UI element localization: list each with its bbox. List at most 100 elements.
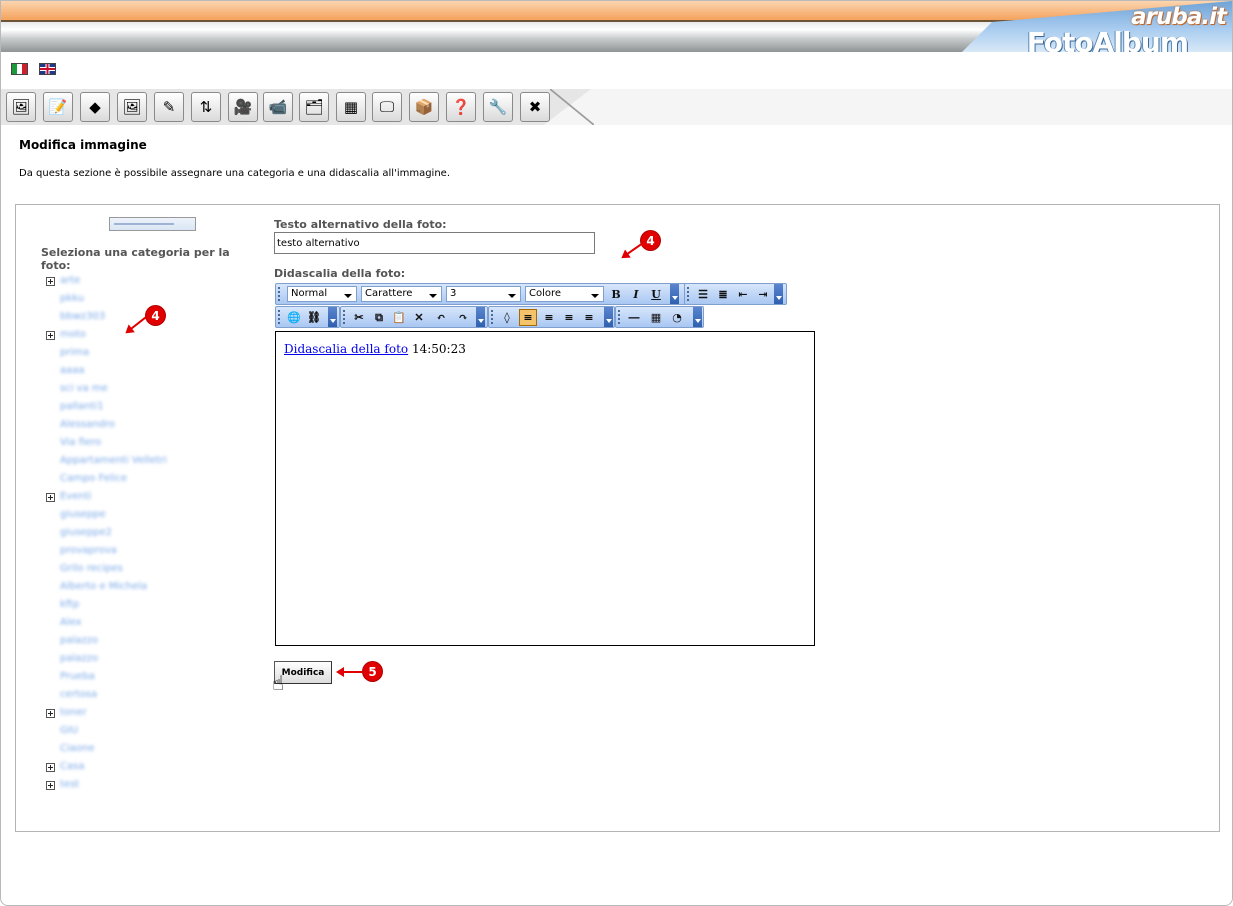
copy-icon[interactable]: ⧉ <box>370 309 388 326</box>
structure-icon[interactable]: ▦ <box>336 92 366 122</box>
category-item[interactable]: sci va me <box>60 383 108 394</box>
tools-icon[interactable]: 🔧 <box>483 92 513 122</box>
edit-album-icon[interactable]: 🖼 <box>6 92 36 122</box>
toolbar-grip-icon[interactable] <box>343 310 345 324</box>
category-item[interactable]: pallanti1 <box>60 401 104 412</box>
category-item[interactable]: GIU <box>60 725 78 736</box>
category-item[interactable]: toner <box>60 707 87 718</box>
annotation-arrow <box>336 667 362 677</box>
caption-link[interactable]: Didascalia della foto <box>284 342 408 356</box>
bold-button[interactable]: B <box>607 286 625 303</box>
edit-image-icon[interactable]: ✎ <box>154 92 184 122</box>
category-item[interactable]: bbwz303 <box>60 311 105 322</box>
numbered-list-icon[interactable]: ≣ <box>714 286 732 303</box>
category-item[interactable]: giuseppe <box>60 509 106 520</box>
paste-icon[interactable]: 📋 <box>390 309 408 326</box>
category-item[interactable]: moto <box>60 329 86 340</box>
toolbar-grip-icon[interactable] <box>491 310 493 324</box>
italic-button[interactable]: I <box>627 286 645 303</box>
underline-button[interactable]: U <box>647 286 665 303</box>
clear-format-icon[interactable]: ◊ <box>498 309 516 326</box>
expand-icon[interactable] <box>46 277 55 286</box>
color-select[interactable]: Colore <box>525 286 604 302</box>
expand-icon[interactable] <box>46 763 55 772</box>
edit-page-icon[interactable]: 📝 <box>43 92 73 122</box>
category-item[interactable]: pkku <box>60 293 84 304</box>
category-item[interactable]: Ciaone <box>60 743 95 754</box>
cut-icon[interactable]: ✂ <box>350 309 368 326</box>
image-categories-icon[interactable]: 🗂 <box>299 92 329 122</box>
category-item[interactable]: Campo Felice <box>60 473 127 484</box>
editor-toolbar-5: ◊ ≡ ≡ ≡ ≡ <box>488 306 615 328</box>
category-item[interactable]: Casa <box>60 761 84 772</box>
align-justify-icon[interactable]: ≡ <box>580 309 598 326</box>
page-title: Modifica immagine <box>19 138 147 152</box>
hand-cursor-icon: ☝ <box>272 671 285 695</box>
table-icon[interactable]: ▦ <box>647 309 665 326</box>
category-item[interactable]: Via fiero <box>60 437 101 448</box>
category-item[interactable]: aaaa <box>60 365 85 376</box>
slideshow-icon[interactable]: 🖵 <box>372 92 402 122</box>
edit-video-icon[interactable]: 📹 <box>263 92 293 122</box>
category-item[interactable]: kftp <box>60 599 79 610</box>
align-right-icon[interactable]: ≡ <box>540 309 558 326</box>
toolbar-grip-icon[interactable] <box>278 310 280 324</box>
size-select[interactable]: 3 <box>446 286 521 302</box>
category-item[interactable]: Prueba <box>60 671 95 682</box>
category-item[interactable]: arte <box>60 275 80 286</box>
category-item[interactable]: test <box>60 779 79 790</box>
category-item[interactable]: prima <box>60 347 89 358</box>
delete-icon[interactable]: ✕ <box>410 309 428 326</box>
sort-icon[interactable]: ⇅ <box>191 92 221 122</box>
italian-flag-icon[interactable] <box>11 63 28 75</box>
expand-icon[interactable] <box>46 781 55 790</box>
align-center-icon[interactable]: ≡ <box>560 309 578 326</box>
package-icon[interactable]: 📦 <box>409 92 439 122</box>
toolbar-overflow-icon[interactable] <box>604 307 613 327</box>
toolbar-overflow-icon[interactable] <box>693 307 702 327</box>
horizontal-rule-icon[interactable]: ― <box>625 309 643 326</box>
font-select[interactable]: Carattere <box>361 286 442 302</box>
category-item[interactable]: palazzo <box>60 635 98 646</box>
category-item[interactable]: Eventi <box>60 491 91 502</box>
caption-time: 14:50:23 <box>411 342 466 356</box>
close-icon[interactable]: ✖ <box>520 92 550 122</box>
category-item[interactable]: Alessandro <box>60 419 115 430</box>
toolbar-grip-icon[interactable] <box>278 287 280 301</box>
category-item[interactable]: Grilo recipes <box>60 563 123 574</box>
bullet-list-icon[interactable]: ☰ <box>694 286 712 303</box>
toolbar-overflow-icon[interactable] <box>328 307 337 327</box>
expand-icon[interactable] <box>46 493 55 502</box>
redo-icon[interactable]: ↷ <box>454 309 472 326</box>
eraser-icon[interactable]: ◆ <box>80 92 110 122</box>
category-item[interactable]: Appartamenti Velletri <box>60 455 167 466</box>
category-item[interactable]: giuseppe2 <box>60 527 112 538</box>
help-icon[interactable]: ❓ <box>446 92 476 122</box>
toolbar-overflow-icon[interactable] <box>670 284 679 304</box>
alt-text-input[interactable]: testo alternativo <box>274 232 595 254</box>
category-item[interactable]: provaprova <box>60 545 117 556</box>
undo-icon[interactable]: ↶ <box>432 309 450 326</box>
caption-editor[interactable]: Didascalia della foto 14:50:23 <box>275 331 815 646</box>
toolbar-overflow-icon[interactable] <box>774 284 783 304</box>
toolbar-grip-icon[interactable] <box>618 310 620 324</box>
indent-icon[interactable]: ⇥ <box>754 286 772 303</box>
add-image-icon[interactable]: 🖼 <box>117 92 147 122</box>
toolbar-overflow-icon[interactable] <box>476 307 485 327</box>
category-item[interactable]: Alberto e Michela <box>60 581 147 592</box>
expand-icon[interactable] <box>46 709 55 718</box>
clock-icon[interactable]: ◔ <box>668 309 686 326</box>
insert-link-icon[interactable]: 🌐 <box>285 309 303 326</box>
english-flag-icon[interactable] <box>39 63 56 75</box>
outdent-icon[interactable]: ⇤ <box>734 286 752 303</box>
expand-icon[interactable] <box>46 331 55 340</box>
toolbar-grip-icon[interactable] <box>687 287 689 301</box>
image-thumbnail <box>109 217 196 231</box>
remove-link-icon[interactable]: ⛓ <box>305 309 323 326</box>
category-item[interactable]: Alex <box>60 617 82 628</box>
align-left-icon[interactable]: ≡ <box>519 309 537 326</box>
format-select[interactable]: Normal <box>287 286 357 302</box>
category-item[interactable]: palazzo <box>60 653 98 664</box>
add-video-icon[interactable]: 🎥 <box>228 92 258 122</box>
category-item[interactable]: certosa <box>60 689 97 700</box>
